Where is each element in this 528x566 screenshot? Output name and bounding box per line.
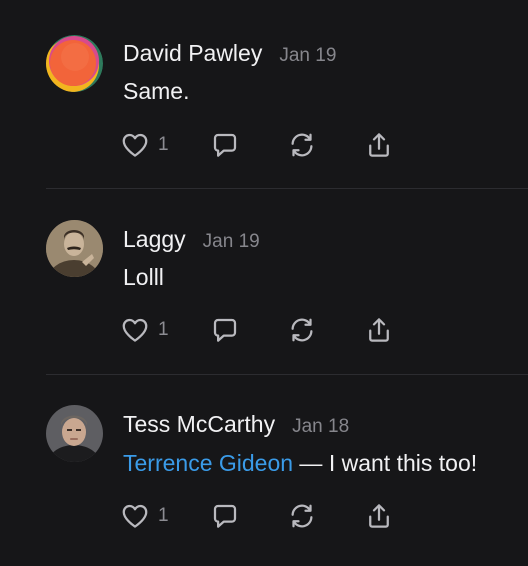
reply-button[interactable] (210, 501, 240, 531)
comment-date[interactable]: Jan 18 (292, 416, 349, 438)
like-button[interactable]: 1 (120, 501, 169, 531)
share-button[interactable] (364, 315, 394, 345)
author-name[interactable]: Tess McCarthy (123, 411, 275, 438)
reply-button[interactable] (210, 130, 240, 160)
user-mention-link[interactable]: Terrence Gideon (123, 450, 293, 476)
heart-icon (122, 133, 148, 157)
comment-body: Terrence Gideon — I want this too! (123, 450, 477, 477)
comment-date[interactable]: Jan 19 (279, 45, 336, 67)
like-count: 1 (158, 505, 169, 526)
restack-icon (291, 318, 313, 342)
avatar-image (46, 220, 103, 277)
speech-bubble-icon (213, 318, 237, 342)
comment: Tess McCarthy Jan 18 Terrence Gideon — I… (0, 375, 528, 566)
restack-button[interactable] (287, 130, 317, 160)
comment-text: Same. (123, 78, 190, 104)
like-count: 1 (158, 319, 169, 340)
share-button[interactable] (364, 130, 394, 160)
comment: David Pawley Jan 19 Same. 1 (0, 0, 528, 188)
avatar[interactable] (46, 220, 103, 277)
comment-header: Laggy Jan 19 (123, 226, 260, 253)
like-count: 1 (158, 134, 169, 155)
comment-feed: David Pawley Jan 19 Same. 1 Laggy Jan 19… (0, 0, 528, 566)
like-button[interactable]: 1 (120, 315, 169, 345)
comment-text: Lolll (123, 264, 164, 290)
share-icon (369, 318, 389, 342)
share-button[interactable] (364, 501, 394, 531)
share-icon (369, 133, 389, 157)
comment-date[interactable]: Jan 19 (203, 231, 260, 253)
action-bar: 1 (120, 501, 420, 531)
heart-icon (122, 504, 148, 528)
restack-icon (291, 504, 313, 528)
author-name[interactable]: David Pawley (123, 40, 262, 67)
comment-body: Lolll (123, 264, 164, 291)
speech-bubble-icon (213, 504, 237, 528)
comment-text: — I want this too! (293, 450, 478, 476)
avatar[interactable] (46, 405, 103, 462)
comment-body: Same. (123, 78, 189, 105)
avatar[interactable] (46, 35, 103, 92)
comment-header: Tess McCarthy Jan 18 (123, 411, 349, 438)
like-button[interactable]: 1 (120, 130, 169, 160)
action-bar: 1 (120, 130, 420, 160)
restack-button[interactable] (287, 501, 317, 531)
avatar-image (46, 35, 103, 92)
speech-bubble-icon (213, 133, 237, 157)
avatar-image (46, 405, 103, 462)
action-bar: 1 (120, 315, 420, 345)
comment: Laggy Jan 19 Lolll 1 (0, 189, 528, 374)
author-name[interactable]: Laggy (123, 226, 186, 253)
share-icon (369, 504, 389, 528)
comment-header: David Pawley Jan 19 (123, 40, 336, 67)
restack-button[interactable] (287, 315, 317, 345)
restack-icon (291, 133, 313, 157)
reply-button[interactable] (210, 315, 240, 345)
heart-icon (122, 318, 148, 342)
